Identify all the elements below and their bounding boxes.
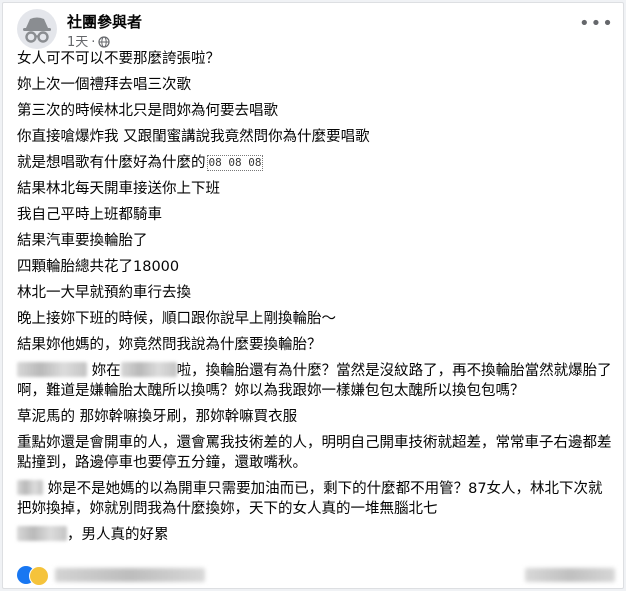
post-line: 林北一大早就預約車行去換 (17, 285, 191, 301)
censored-text (17, 526, 67, 541)
haha-reaction-icon[interactable] (29, 566, 49, 586)
more-options-icon[interactable]: ••• (579, 13, 613, 37)
post-author[interactable]: 社團參與者 (67, 11, 142, 32)
post-body: 女人可不可以不要那麼誇張啦？ 妳上次一個禮拜去唱三次歌 第三次的時候林北只是問妳… (17, 49, 615, 551)
post-line-text: 就是想唱歌有什麼好為什麼的 (17, 155, 206, 171)
globe-icon (98, 36, 111, 48)
post-line-text: ，男人真的好累 (67, 527, 169, 543)
censored-text (120, 362, 177, 377)
post-paragraph: 重點妳還是會開車的人，還會罵我技術差的人，明明自己開車技術就超差，常常車子右邊都… (17, 435, 612, 471)
censored-text (17, 362, 87, 377)
post-line: 妳上次一個禮拜去唱三次歌 (17, 77, 191, 93)
post-line: 草泥馬的 那妳幹嘛換牙刷，那妳幹嘛買衣服 (17, 409, 298, 425)
emoji-glyph-box: 08 08 08 (206, 155, 264, 171)
post-line-text: 妳是不是她媽的以為開車只需要加油而已，剩下的什麼都不用管？87女人，林北下次就把… (17, 481, 603, 517)
post-line: 第三次的時候林北只是問妳為何要去唱歌 (17, 103, 278, 119)
post-card: 社團參與者 1天 · ••• 女人可不可以不要那麼誇張啦？ 妳上次一個禮拜去唱三次… (2, 2, 624, 589)
post-line: 你直接嗆爆炸我 又跟閨蜜講說我竟然問你為什麼要唱歌 (17, 129, 370, 145)
censored-reactions (55, 568, 205, 582)
post-line: 女人可不可以不要那麼誇張啦？ (17, 51, 220, 67)
post-line: 結果妳他媽的，妳竟然問我說為什麼要換輪胎？ (17, 337, 322, 353)
post-line: 結果汽車要換輪胎了 (17, 233, 148, 249)
meta-dot: · (91, 35, 96, 50)
post-header: 社團參與者 1天 · ••• (17, 9, 615, 50)
post-line-text: 妳在 (91, 363, 121, 379)
post-line: 結果林北每天開車接送你上下班 (17, 181, 220, 197)
anonymous-avatar[interactable] (17, 9, 57, 49)
post-line: 就是想唱歌有什麼好為什麼的 08 08 08 (17, 153, 615, 173)
incognito-icon (23, 17, 51, 43)
post-paragraph: 妳是不是她媽的以為開車只需要加油而已，剩下的什麼都不用管？87女人，林北下次就把… (17, 479, 615, 519)
post-time[interactable]: 1天 (67, 35, 88, 50)
post-line: 我自己平時上班都騎車 (17, 207, 162, 223)
post-line: 四顆輪胎總共花了18000 (17, 259, 180, 275)
post-paragraph: 妳在 啦，換輪胎還有為什麼？當然是沒紋路了，再不換輪胎當然就爆胎了啊，難道是嫌輪胎… (17, 361, 615, 401)
post-line: 晚上接妳下班的時候，順口跟你說早上剛換輪胎～ (17, 311, 336, 327)
post-line: ，男人真的好累 (17, 525, 615, 545)
post-footer (17, 565, 615, 586)
post-meta: 1天 · (67, 31, 111, 50)
censored-comment-count (525, 568, 615, 582)
censored-text (17, 480, 43, 495)
